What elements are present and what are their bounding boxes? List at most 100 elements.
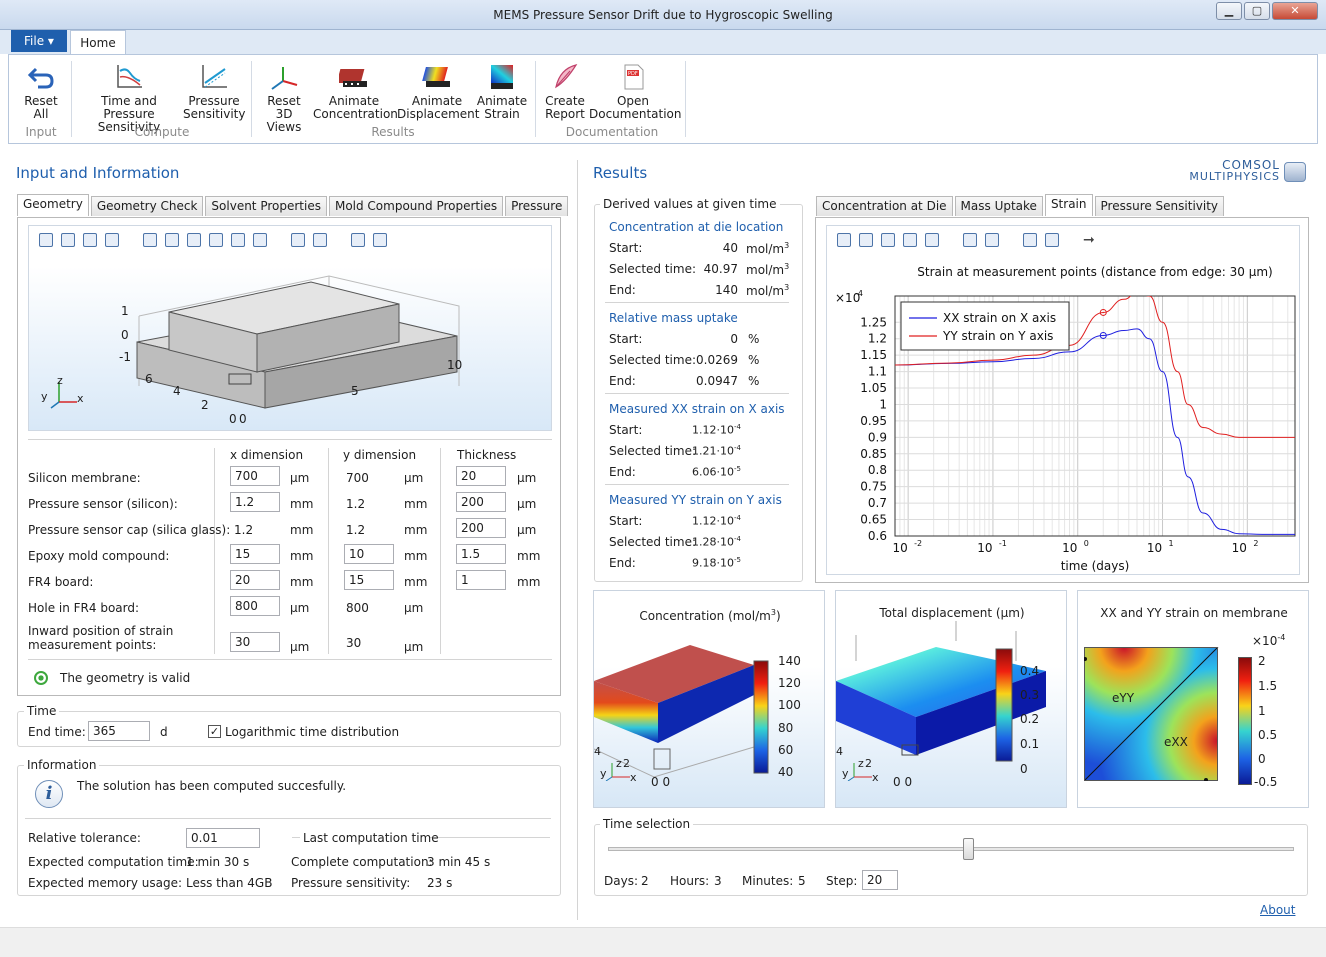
time-slider-track[interactable] [608,847,1294,851]
tab-strain[interactable]: Strain [1044,194,1093,216]
tab-geometry-check[interactable]: Geometry Check [90,196,204,216]
legend-icon[interactable] [925,233,939,247]
axis-tick-label: 0 [239,412,247,426]
silicon-membrane-thickness-input[interactable]: 20 [456,466,506,486]
zoom-extents-icon[interactable] [903,233,917,247]
zoom-box-icon[interactable] [881,233,895,247]
time-pressure-sensitivity-button[interactable]: Time and Pressure Sensitivity [77,63,181,134]
epoxy-y-input[interactable]: 10 [344,544,394,564]
maximize-button[interactable]: ▢ [1244,2,1270,20]
axis-icon[interactable] [253,233,267,247]
minimize-button[interactable]: ▁ [1216,2,1242,20]
hole-x-input[interactable]: 800 [230,596,280,616]
status-bar [0,927,1326,957]
geometry-graphics-window[interactable]: 1 0 -1 6 4 2 0 0 5 10 z y x [28,225,552,431]
view-zx-icon[interactable] [209,233,223,247]
fr4-x-input[interactable]: 20 [230,570,280,590]
animate-concentration-button[interactable]: Animate Concentration [313,63,398,121]
zoom-out-icon[interactable] [859,233,873,247]
strain-map-plot[interactable]: XX and YY strain on membrane eYY eXX ×10… [1077,590,1309,808]
selected-label: Selected time: [609,535,696,549]
transparency-icon[interactable] [313,233,327,247]
open-documentation-label: Open Documentation [589,94,682,121]
animate-displacement-button[interactable]: Animate Displacement [397,63,480,121]
x-tick-label: 10 [1062,541,1077,555]
reset-all-button[interactable]: Reset All [19,63,63,121]
derived-values-title: Derived values at given time [600,197,780,211]
concentration-plot[interactable]: Concentration (mol/m3) 140 120 100 80 60… [593,590,825,808]
unit: µm [517,497,537,511]
zoom-in-icon[interactable] [39,233,53,247]
x-axis-label: time (days) [1061,559,1130,573]
camera-icon[interactable] [351,233,365,247]
tab-mold-compound-properties[interactable]: Mold Compound Properties [328,196,504,216]
film-strain-icon [491,65,513,89]
grid-icon[interactable] [963,233,977,247]
pressure-sensor-y-value: 1.2 [346,497,366,511]
create-report-button[interactable]: Create Report [539,63,591,121]
relative-tolerance-label: Relative tolerance: [28,831,141,845]
conc-unit: mol/m3 [746,283,789,298]
inward-position-x-input[interactable]: 30 [230,632,280,652]
about-link[interactable]: About [1260,903,1295,917]
panel-divider [577,160,578,920]
svg-text:PDF: PDF [628,71,638,77]
table-icon[interactable] [985,233,999,247]
zoom-in-icon[interactable] [837,233,851,247]
fr4-thickness-input[interactable]: 1 [456,570,506,590]
open-documentation-button[interactable]: PDF Open Documentation [589,63,682,121]
xx-start-value: 1.12·10-4 [692,423,741,437]
time-slider-thumb[interactable] [963,838,975,860]
close-button[interactable]: ✕ [1272,2,1318,20]
log-time-checkbox[interactable]: ✓ [208,725,221,738]
tab-concentration-at-die[interactable]: Concentration at Die [816,196,953,216]
x-tick-label: 10 [1147,541,1162,555]
zoom-extents-icon[interactable] [105,233,119,247]
step-label: Step: [826,874,858,888]
epoxy-thickness-input[interactable]: 1.5 [456,544,506,564]
print-icon[interactable] [1045,233,1059,247]
row-label-inward-position: Inward position of strain measurement po… [28,624,174,652]
epoxy-x-input[interactable]: 15 [230,544,280,564]
pressure-sensor-x-input[interactable]: 1.2 [230,492,280,512]
plot-window[interactable]: ➞ 0.6 0.65 0.7 0.75 0.8 0.85 0.9 0.95 1 1.05 1.1 1.… [826,225,1300,575]
pressure-sensitivity-button[interactable]: Pressure Sensitivity [183,63,245,121]
zoom-box-icon[interactable] [83,233,97,247]
geometry-panel: 1 0 -1 6 4 2 0 0 5 10 z y x x dimension … [17,217,561,696]
colorbar-tick: 120 [778,676,801,690]
animate-strain-button[interactable]: Animate Strain [475,63,529,121]
home-tab[interactable]: Home [70,30,126,55]
fr4-y-input[interactable]: 15 [344,570,394,590]
xx-start-mantissa: 1.12·10 [692,423,734,437]
wireframe-icon[interactable] [291,233,305,247]
minutes-label: Minutes: [742,874,794,888]
file-menu-tab[interactable]: File ▾ [11,30,67,52]
hours-label: Hours: [670,874,710,888]
sensor-cap-thickness-input[interactable]: 200 [456,518,506,538]
view-yz-icon[interactable] [187,233,201,247]
end-time-input[interactable]: 365 [88,721,150,741]
tab-pressure[interactable]: Pressure [505,196,569,216]
tab-solvent-properties[interactable]: Solvent Properties [205,196,327,216]
pressure-sensor-thickness-input[interactable]: 200 [456,492,506,512]
print-icon[interactable] [373,233,387,247]
view-axes-icon[interactable] [143,233,157,247]
reset-all-label: Reset All [24,94,58,121]
strain-map-image [1084,647,1219,781]
solution-status-message: The solution has been computed succesful… [77,779,347,793]
group-label-input: Input [25,125,57,139]
tab-pressure-sensitivity[interactable]: Pressure Sensitivity [1094,196,1225,216]
zoom-out-icon[interactable] [61,233,75,247]
grid-icon[interactable] [231,233,245,247]
silicon-membrane-x-input[interactable]: 700 [230,466,280,486]
step-input[interactable]: 20 [862,870,898,890]
displacement-plot[interactable]: Total displacement (µm) 0.4 0.3 0.2 0.1 … [835,590,1067,808]
export-arrow-icon[interactable]: ➞ [1083,232,1095,248]
tab-geometry[interactable]: Geometry [17,194,89,216]
axis-tick-label: 4 [173,384,181,398]
reset-3d-views-button[interactable]: Reset 3D Views [257,63,311,134]
camera-icon[interactable] [1023,233,1037,247]
tab-mass-uptake[interactable]: Mass Uptake [954,196,1043,216]
view-xy-icon[interactable] [165,233,179,247]
relative-tolerance-input[interactable]: 0.01 [186,828,260,848]
